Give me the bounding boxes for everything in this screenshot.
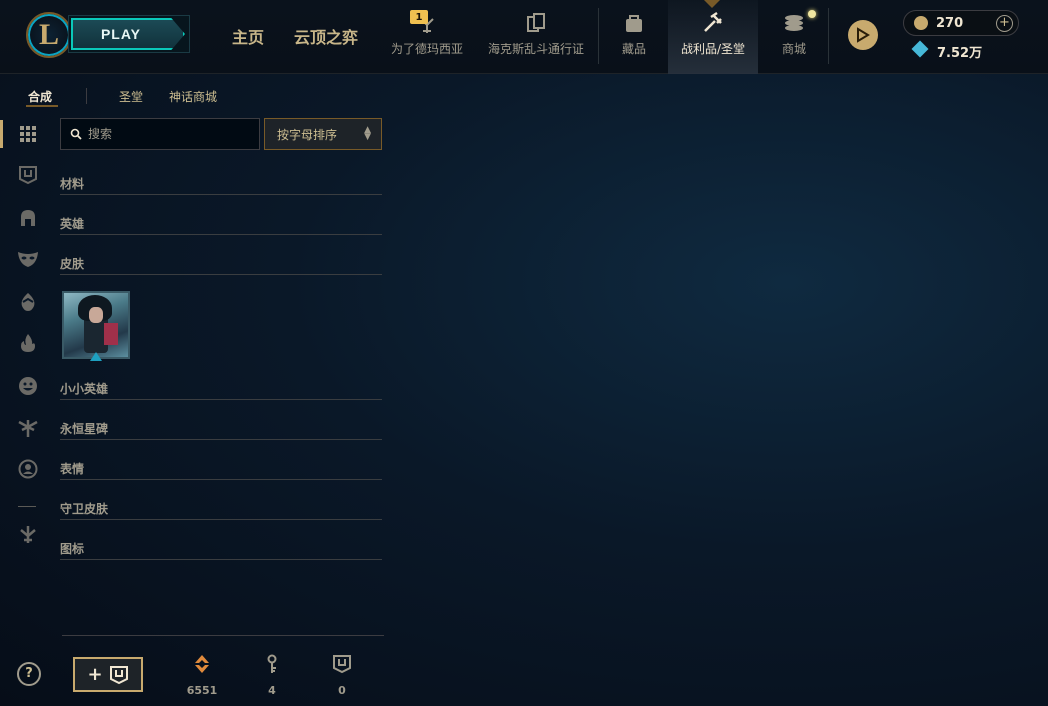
nav-pass-label: 海克斯乱斗通行证 — [487, 42, 584, 56]
nav-tft[interactable]: 云顶之弈 — [294, 24, 358, 48]
nav-loot[interactable]: 战利品/圣堂 — [668, 10, 758, 60]
blue-essence-icon — [911, 40, 929, 58]
nav-home[interactable]: 主页 — [232, 24, 264, 48]
grid-icon[interactable] — [16, 122, 40, 146]
logo-letter: L — [38, 18, 59, 51]
category-icons[interactable]: 图标 — [60, 540, 382, 560]
category-skins[interactable]: 皮肤 — [60, 255, 382, 275]
event-trident-icon[interactable] — [16, 522, 40, 546]
chest-icon — [109, 665, 128, 684]
play-button-label: PLAY — [71, 18, 185, 50]
eternals-flame-icon[interactable] — [16, 331, 40, 355]
craft-plus-label: + — [87, 664, 103, 685]
orange-essence-value: 6551 — [186, 684, 218, 697]
champion-helmet-icon[interactable] — [16, 206, 40, 230]
search-box[interactable] — [60, 118, 260, 150]
tab-crafting[interactable]: 合成 — [28, 88, 52, 105]
notification-badge: 1 — [410, 10, 428, 24]
coins-icon — [781, 10, 807, 36]
chest-icon — [333, 655, 351, 674]
profile-icon-category-icon[interactable] — [16, 457, 40, 481]
orange-essence-counter: 6551 — [182, 654, 222, 697]
category-little-legends[interactable]: 小小英雄 — [60, 380, 382, 400]
search-icon — [70, 128, 82, 140]
category-champions[interactable]: 英雄 — [60, 215, 382, 235]
rail-active-indicator — [0, 120, 3, 148]
nav-collection[interactable]: 藏品 — [612, 10, 656, 60]
rp-icon — [914, 16, 928, 30]
orange-essence-icon — [195, 655, 209, 673]
chest-value: 0 — [338, 684, 346, 697]
play-button[interactable]: PLAY — [68, 15, 190, 53]
skin-shard-tile[interactable] — [62, 291, 130, 359]
tab-active-underline — [26, 105, 58, 107]
category-eternals[interactable]: 永恒星碑 — [60, 420, 382, 440]
help-button[interactable]: ? — [17, 662, 41, 686]
rarity-marker-icon — [90, 352, 102, 361]
cards-icon — [525, 10, 547, 36]
key-counter: 4 — [252, 654, 292, 697]
skin-mask-icon[interactable] — [16, 247, 40, 271]
bottom-divider — [62, 635, 384, 636]
category-materials[interactable]: 材料 — [60, 175, 382, 195]
league-logo[interactable]: L — [26, 12, 72, 58]
nav-event-label: 为了德玛西亚 — [390, 42, 463, 56]
craft-key-button[interactable]: + — [73, 657, 143, 692]
active-tab-marker — [704, 0, 720, 8]
search-input[interactable] — [88, 127, 248, 141]
backpack-icon — [623, 10, 645, 36]
nav-store-label: 商城 — [781, 42, 806, 56]
top-bar: L PLAY 主页 云顶之弈 为了德玛西亚 1 海克斯乱斗通行证 藏品 战利品/… — [0, 0, 1048, 74]
player-profile-icon[interactable] — [848, 20, 878, 50]
nav-loot-label: 战利品/圣堂 — [680, 42, 746, 56]
ward-skin-icon[interactable] — [16, 416, 40, 440]
subnav-divider — [86, 88, 87, 104]
nav-divider — [828, 8, 829, 64]
chest-counter: 0 — [322, 654, 362, 697]
hammer-icon — [701, 10, 725, 36]
rp-value: 270 — [936, 16, 964, 31]
store-notification-dot — [808, 10, 816, 18]
material-chest-icon[interactable] — [16, 163, 40, 187]
nav-pass[interactable]: 海克斯乱斗通行证 — [486, 10, 586, 60]
sort-dropdown[interactable]: 按字母排序 ▲ ▼ — [264, 118, 382, 150]
key-value: 4 — [268, 684, 276, 697]
rp-balance: 270 + — [903, 10, 1019, 36]
blue-essence-value: 7.52万 — [937, 46, 983, 61]
key-icon — [267, 654, 277, 673]
tab-sanctum[interactable]: 圣堂 — [119, 88, 143, 105]
nav-collection-label: 藏品 — [621, 42, 646, 56]
emote-smiley-icon[interactable] — [16, 374, 40, 398]
category-ward-skins[interactable]: 守卫皮肤 — [60, 500, 382, 520]
category-emotes[interactable]: 表情 — [60, 460, 382, 480]
sort-chevron-icon: ▲ ▼ — [364, 125, 371, 142]
sort-label: 按字母排序 — [277, 127, 338, 142]
rail-divider — [18, 506, 36, 507]
tab-mythic-shop[interactable]: 神话商城 — [169, 88, 217, 105]
buy-rp-button[interactable]: + — [996, 15, 1013, 32]
little-legend-egg-icon[interactable] — [16, 290, 40, 314]
nav-divider — [598, 8, 599, 64]
